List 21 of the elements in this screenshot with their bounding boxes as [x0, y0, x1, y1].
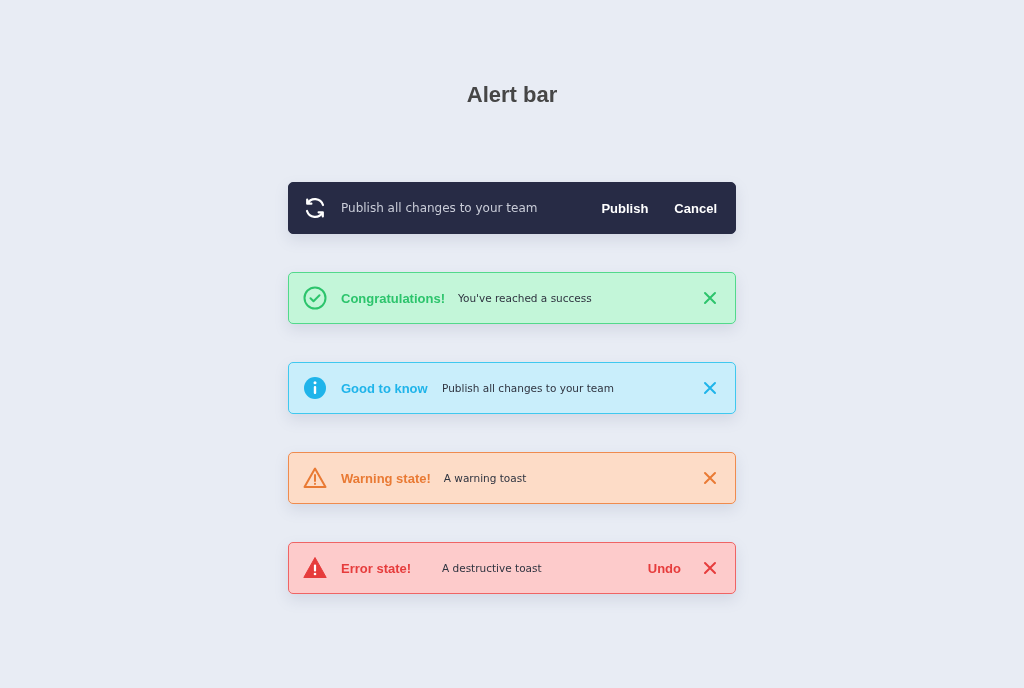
alert-title: Good to know: [341, 380, 429, 396]
close-button[interactable]: [703, 561, 717, 575]
alert-message: A warning toast: [443, 472, 528, 484]
alert-title: Warning state!: [341, 470, 431, 486]
action-button[interactable]: Publish: [601, 200, 649, 216]
alert-message: Publish all changes to your team: [341, 201, 539, 215]
alert-message: A destructive toast: [442, 562, 543, 574]
close-button[interactable]: [703, 381, 717, 395]
check-circle-icon: [303, 286, 327, 310]
page-title: Alert bar: [466, 82, 558, 108]
alert-message: You've reached a success: [458, 292, 593, 304]
warning-icon: [303, 556, 327, 580]
sync-icon: [303, 196, 327, 220]
action-button[interactable]: Cancel: [674, 200, 717, 216]
info-icon: [303, 376, 327, 400]
close-button[interactable]: [703, 471, 717, 485]
close-button[interactable]: [703, 291, 717, 305]
warning-icon: [303, 466, 327, 490]
alert-title: Congratulations!: [341, 290, 445, 306]
alert-message: Publish all changes to your team: [442, 382, 615, 394]
alert-title: Error state!: [341, 560, 413, 576]
